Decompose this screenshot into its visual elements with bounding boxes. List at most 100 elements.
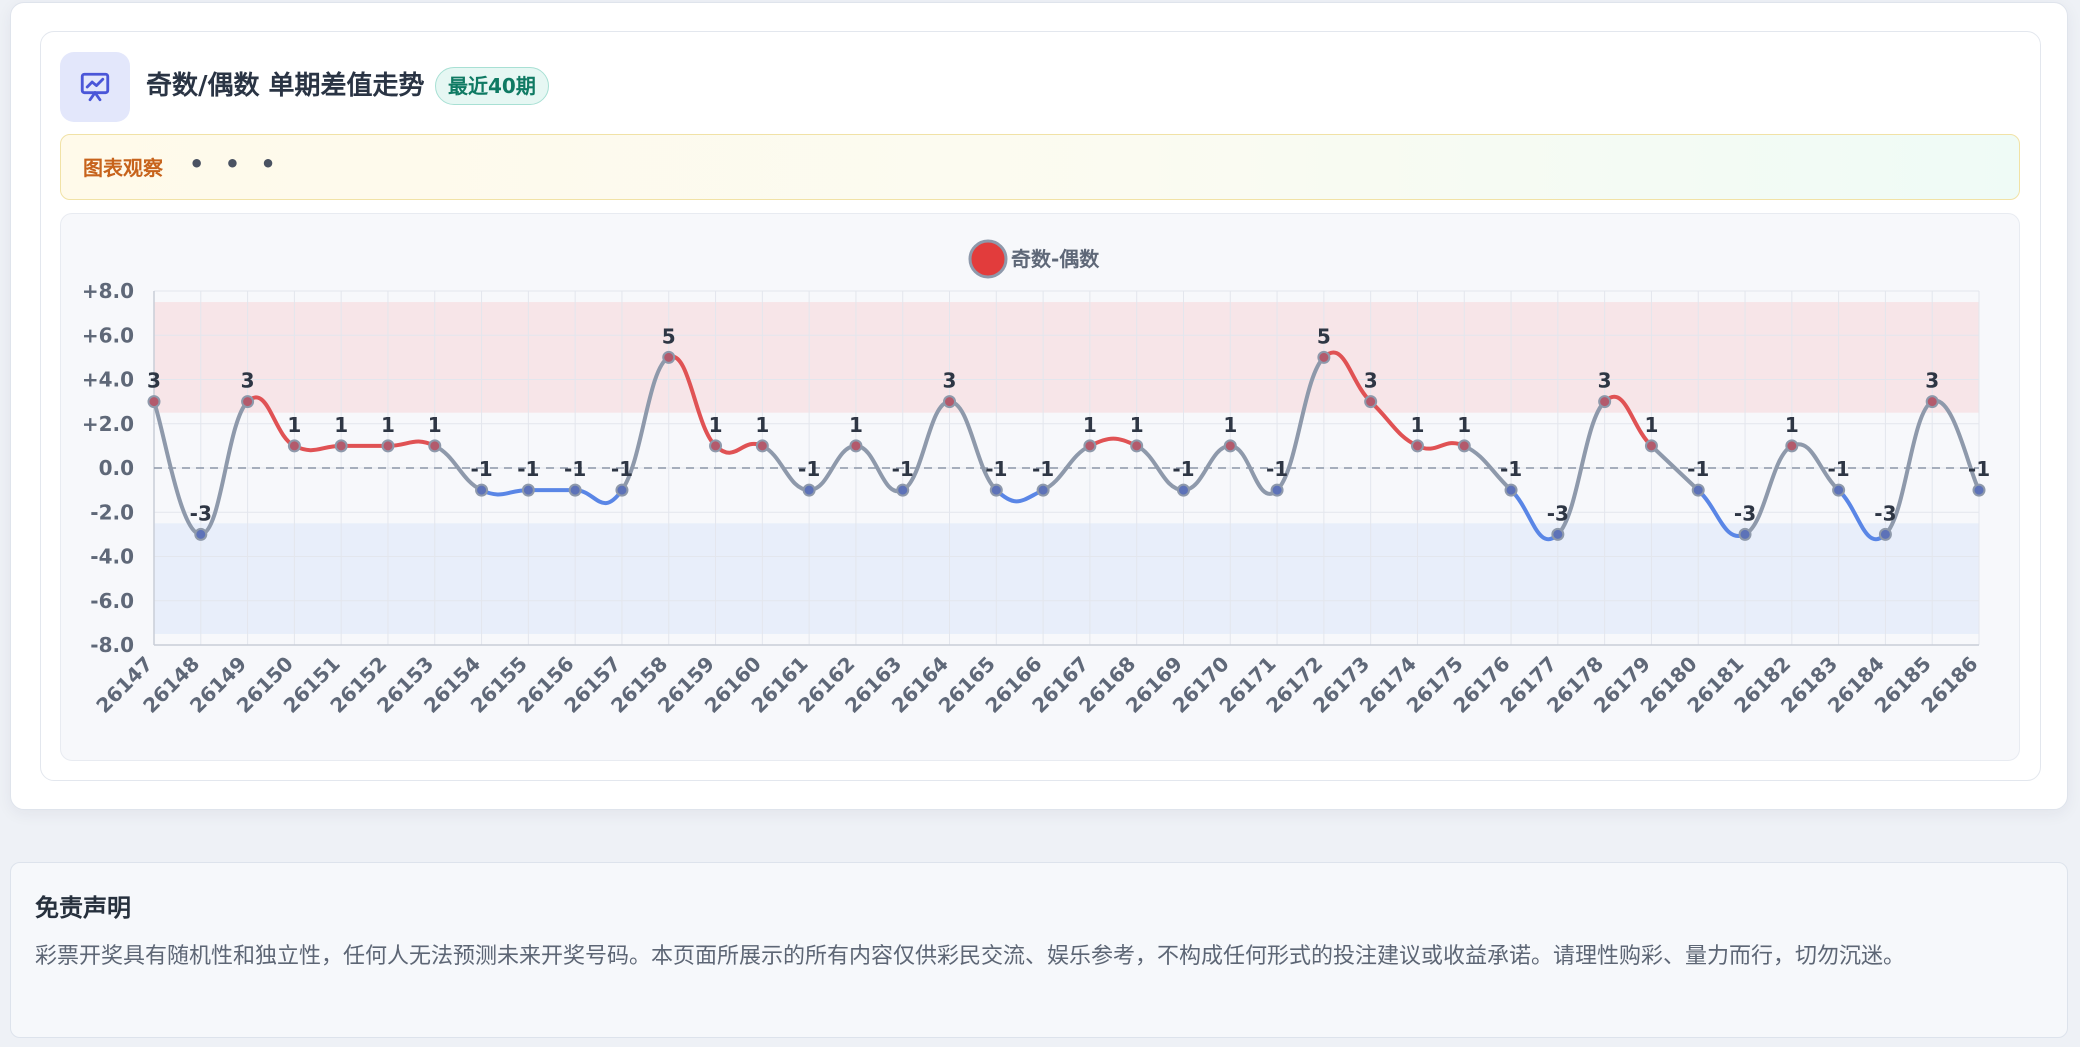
legend-marker bbox=[968, 239, 1008, 279]
y-tick-label: -8.0 bbox=[90, 633, 134, 657]
data-label: 1 bbox=[1785, 413, 1799, 437]
data-point bbox=[241, 395, 255, 409]
data-label: 3 bbox=[241, 369, 255, 393]
y-tick-label: +4.0 bbox=[82, 368, 134, 392]
data-point bbox=[1083, 439, 1097, 453]
data-label: -1 bbox=[1968, 457, 1990, 481]
data-point bbox=[381, 439, 395, 453]
data-label: 1 bbox=[1644, 413, 1658, 437]
data-point bbox=[1457, 439, 1471, 453]
y-tick-label: -6.0 bbox=[90, 589, 134, 613]
data-point bbox=[1551, 527, 1565, 541]
data-point bbox=[709, 439, 723, 453]
data-label: 1 bbox=[1411, 413, 1425, 437]
data-point bbox=[1130, 439, 1144, 453]
data-label: 1 bbox=[755, 413, 769, 437]
data-point bbox=[1176, 483, 1190, 497]
data-point bbox=[1925, 395, 1939, 409]
data-point bbox=[194, 527, 208, 541]
data-label: 5 bbox=[1317, 324, 1331, 348]
data-point bbox=[615, 483, 629, 497]
data-label: -3 bbox=[1734, 501, 1756, 525]
data-label: -1 bbox=[798, 457, 820, 481]
data-label: -1 bbox=[1032, 457, 1054, 481]
disclaimer-box: 免责声明 彩票开奖具有随机性和独立性，任何人无法预测未来开奖号码。本页面所展示的… bbox=[10, 862, 2068, 1038]
data-label: 3 bbox=[1364, 369, 1378, 393]
data-label: 5 bbox=[662, 324, 676, 348]
data-label: 1 bbox=[709, 413, 723, 437]
data-label: -1 bbox=[517, 457, 539, 481]
data-point bbox=[1410, 439, 1424, 453]
data-point bbox=[802, 483, 816, 497]
disclaimer-title: 免责声明 bbox=[35, 894, 131, 922]
data-label: -1 bbox=[892, 457, 914, 481]
data-label: -3 bbox=[190, 501, 212, 525]
data-point bbox=[1598, 395, 1612, 409]
data-point bbox=[1364, 395, 1378, 409]
data-point bbox=[147, 395, 161, 409]
data-point bbox=[1972, 483, 1986, 497]
data-point bbox=[1270, 483, 1284, 497]
data-label: 1 bbox=[287, 413, 301, 437]
series-line-segment bbox=[479, 488, 531, 497]
data-label: 1 bbox=[1083, 413, 1097, 437]
data-point bbox=[521, 483, 535, 497]
y-tick-label: +8.0 bbox=[82, 279, 134, 303]
data-label: -3 bbox=[1874, 501, 1896, 525]
data-point bbox=[1036, 483, 1050, 497]
series-line-segment bbox=[385, 439, 437, 448]
data-label: 1 bbox=[1130, 413, 1144, 437]
trend-chart: +8.0+6.0+4.0+2.00.0-2.0-4.0-6.0-8.026147… bbox=[82, 239, 1990, 718]
data-point bbox=[1832, 483, 1846, 497]
y-tick-label: 0.0 bbox=[99, 456, 134, 480]
data-point bbox=[1738, 527, 1752, 541]
data-label: 3 bbox=[1925, 369, 1939, 393]
data-point bbox=[943, 395, 957, 409]
data-point bbox=[1691, 483, 1705, 497]
data-label: -1 bbox=[1172, 457, 1194, 481]
data-label: -1 bbox=[1828, 457, 1850, 481]
data-label: 1 bbox=[849, 413, 863, 437]
data-label: 3 bbox=[1598, 369, 1612, 393]
data-point bbox=[1223, 439, 1237, 453]
data-point bbox=[1644, 439, 1658, 453]
data-label: 3 bbox=[147, 369, 161, 393]
data-point bbox=[1878, 527, 1892, 541]
data-label: -1 bbox=[611, 457, 633, 481]
data-label: 1 bbox=[381, 413, 395, 437]
chart-band-0 bbox=[154, 302, 1979, 413]
data-point bbox=[1785, 439, 1799, 453]
series-line-segment bbox=[1087, 436, 1139, 448]
disclaimer-text: 彩票开奖具有随机性和独立性，任何人无法预测未来开奖号码。本页面所展示的所有内容仅… bbox=[35, 944, 1906, 969]
data-point bbox=[1504, 483, 1518, 497]
data-point bbox=[755, 439, 769, 453]
data-label: 1 bbox=[1223, 413, 1237, 437]
data-point bbox=[989, 483, 1003, 497]
data-label: -1 bbox=[985, 457, 1007, 481]
data-label: -3 bbox=[1547, 501, 1569, 525]
data-point bbox=[662, 350, 676, 364]
series-line-segment bbox=[994, 488, 1046, 504]
data-point bbox=[475, 483, 489, 497]
data-label: 1 bbox=[1457, 413, 1471, 437]
data-point bbox=[1317, 350, 1331, 364]
data-point bbox=[849, 439, 863, 453]
series-line-segment bbox=[713, 441, 765, 455]
y-tick-label: +2.0 bbox=[82, 412, 134, 436]
y-tick-label: -4.0 bbox=[90, 545, 134, 569]
data-label: -1 bbox=[1500, 457, 1522, 481]
y-tick-label: +6.0 bbox=[82, 323, 134, 347]
data-label: 3 bbox=[943, 369, 957, 393]
series-line-segment bbox=[292, 443, 344, 453]
data-point bbox=[334, 439, 348, 453]
data-label: 1 bbox=[428, 413, 442, 437]
data-point bbox=[568, 483, 582, 497]
chart-band-1 bbox=[154, 523, 1979, 634]
data-label: -1 bbox=[564, 457, 586, 481]
data-label: -1 bbox=[470, 457, 492, 481]
data-label: 1 bbox=[334, 413, 348, 437]
data-point bbox=[896, 483, 910, 497]
data-point bbox=[428, 439, 442, 453]
series-line-segment bbox=[1415, 441, 1467, 451]
data-point bbox=[287, 439, 301, 453]
